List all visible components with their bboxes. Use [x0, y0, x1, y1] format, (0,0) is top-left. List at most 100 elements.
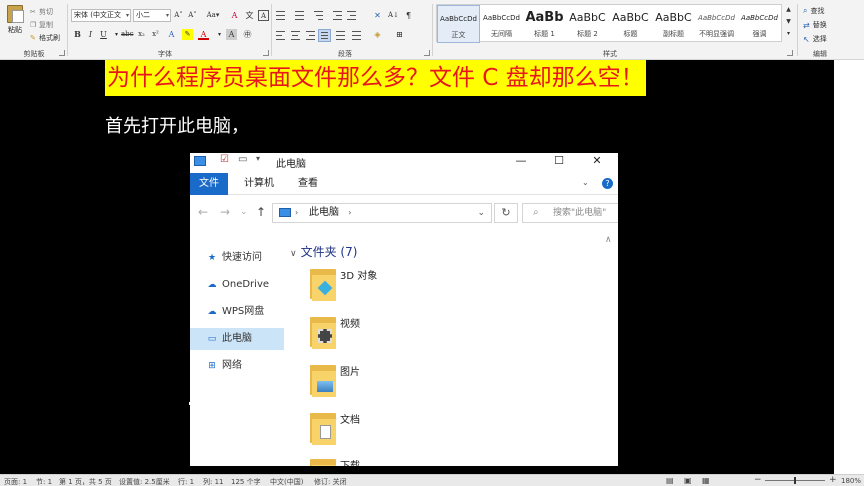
clear-format-icon[interactable]: A — [229, 10, 240, 21]
style-name: 强调 — [752, 30, 767, 38]
change-case-icon[interactable]: Aa▾ — [205, 10, 221, 21]
style-emphasis[interactable]: AaBbCcDd 强调 — [738, 5, 781, 43]
nav-label: 网络 — [222, 360, 242, 371]
bold-icon[interactable]: B — [72, 29, 83, 40]
status-track-changes[interactable]: 修订: 关闭 — [314, 477, 347, 486]
font-launcher[interactable] — [263, 50, 269, 56]
highlight-icon[interactable]: ✎ — [182, 29, 193, 40]
clipboard-launcher[interactable] — [59, 50, 65, 56]
web-layout-icon[interactable]: ▦ — [702, 476, 710, 485]
scroll-up-icon[interactable]: ▲ — [783, 4, 794, 15]
print-layout-icon[interactable]: ▣ — [684, 476, 692, 485]
image-handle[interactable] — [189, 402, 192, 405]
cloud-icon: ☁ — [207, 307, 217, 317]
zoom-out-icon[interactable]: − — [754, 475, 762, 485]
search-placeholder: 搜索"此电脑" — [553, 208, 607, 218]
folder-icon — [310, 265, 338, 301]
shading-icon[interactable]: ◈ — [372, 29, 383, 40]
increase-indent-icon[interactable] — [347, 11, 356, 20]
paragraph-launcher[interactable] — [424, 50, 430, 56]
format-painter-button[interactable]: ✎ 格式刷 — [30, 33, 60, 43]
status-position[interactable]: 设置值: 2.5厘米 — [119, 477, 170, 486]
multilevel-list-icon[interactable] — [314, 11, 323, 20]
status-page[interactable]: 页面: 1 — [4, 477, 27, 486]
line-spacing-icon[interactable] — [352, 31, 361, 40]
char-border-icon[interactable]: A — [258, 10, 269, 21]
font-name-box[interactable]: 宋体 (中文正文 ▾ — [71, 9, 131, 22]
decrease-indent-icon[interactable] — [333, 11, 342, 20]
document-scrollbar[interactable] — [834, 60, 864, 474]
enclose-char-icon[interactable]: ㊥ — [242, 29, 253, 40]
align-right-icon[interactable] — [306, 31, 315, 40]
chevron-down-icon: ▾ — [165, 12, 169, 19]
status-line[interactable]: 行: 1 — [178, 477, 194, 486]
minimize-icon: — — [515, 154, 527, 167]
justify-icon[interactable] — [318, 29, 331, 42]
find-button[interactable]: ⌕ 查找 — [803, 6, 824, 16]
font-size-box[interactable]: 小二 ▾ — [133, 9, 171, 22]
shrink-font-icon[interactable]: A˅ — [187, 10, 198, 21]
numbering-icon[interactable] — [295, 11, 304, 20]
style-normal[interactable]: AaBbCcDd 正文 — [437, 5, 480, 43]
tab-file: 文件 — [190, 173, 228, 195]
distributed-icon[interactable] — [336, 31, 345, 40]
subscript-icon[interactable]: x₂ — [136, 29, 147, 40]
style-preview: AaBb — [525, 10, 564, 25]
underline-icon[interactable]: U — [98, 29, 109, 40]
bullets-icon[interactable] — [276, 11, 285, 20]
zoom-knob[interactable] — [794, 477, 796, 484]
style-subtitle[interactable]: AaBbC 副标题 — [652, 5, 695, 43]
cloud-icon: ☁ — [207, 280, 217, 290]
char-shading-icon[interactable]: A — [226, 29, 237, 40]
explorer-nav-pane: ★ 快速访问 ☁ OneDrive ☁ WPS网盘 ▭ 此电脑 ⊞ 网络 — [190, 233, 284, 466]
copy-button[interactable]: ❐ 复制 — [30, 20, 53, 30]
zoom-slider[interactable] — [765, 477, 825, 484]
word-window: 粘贴 ✂ 剪切 ❐ 复制 ✎ 格式刷 剪贴板 宋体 (中文正文 ▾ 小二 ▾ A˄ A˅ … — [0, 0, 864, 486]
show-marks-icon[interactable]: ¶ — [403, 10, 414, 21]
chevron-up-icon: ∧ — [605, 235, 612, 245]
more-styles-icon[interactable]: ▾ — [783, 28, 794, 39]
status-language[interactable]: 中文(中国) — [270, 477, 303, 486]
grow-font-icon[interactable]: A˄ — [173, 10, 184, 21]
chinese-layout-icon[interactable]: ✕ — [372, 10, 383, 21]
zoom-in-icon[interactable]: + — [829, 475, 837, 485]
text-effects-icon[interactable]: A — [166, 29, 177, 40]
select-button[interactable]: ↖ 选择 — [803, 34, 827, 44]
tab-view: 查看 — [298, 178, 318, 189]
replace-button[interactable]: ⇄ 替换 — [803, 20, 827, 30]
status-column[interactable]: 列: 11 — [203, 477, 224, 486]
sort-icon[interactable]: A↓ — [388, 10, 399, 21]
style-heading-1[interactable]: AaBb 标题 1 — [523, 5, 566, 43]
style-no-spacing[interactable]: AaBbCcDd 无间隔 — [480, 5, 523, 43]
divider — [432, 4, 433, 56]
close-icon: ✕ — [592, 154, 602, 167]
align-left-icon[interactable] — [276, 31, 285, 40]
status-pages[interactable]: 第 1 页，共 5 页 — [59, 477, 112, 486]
font-color-icon[interactable]: A — [198, 29, 209, 40]
explorer-content: ∨文件夹 (7) 3D 对象 视频 图片 文档 下载 — [284, 233, 618, 466]
zoom-level[interactable]: 180% — [841, 477, 861, 485]
styles-launcher[interactable] — [787, 50, 793, 56]
read-mode-icon[interactable]: ▤ — [666, 476, 674, 485]
status-section[interactable]: 节: 1 — [36, 477, 52, 486]
scroll-down-icon[interactable]: ▼ — [783, 16, 794, 27]
phonetic-guide-icon[interactable]: 文 — [244, 10, 255, 21]
strikethrough-icon[interactable]: abc — [121, 29, 134, 40]
explorer-image: ☑ ▭ ▾ 此电脑 — ☐ ✕ 文件 计算机 查看 ⌄ ? ← → ⌄ ↑ › … — [190, 153, 618, 466]
align-center-icon[interactable] — [291, 31, 300, 40]
style-title[interactable]: AaBbC 标题 — [609, 5, 652, 43]
superscript-icon[interactable]: x² — [150, 29, 161, 40]
borders-icon[interactable]: ⊞ — [394, 29, 405, 40]
paste-button[interactable]: 粘贴 — [3, 3, 27, 41]
cut-button[interactable]: ✂ 剪切 — [30, 7, 53, 17]
copy-icon: ❐ — [30, 20, 37, 29]
style-name: 标题 1 — [534, 30, 555, 38]
status-words[interactable]: 125 个字 — [231, 477, 261, 486]
style-subtle-emphasis[interactable]: AaBbCcDd 不明显强调 — [695, 5, 738, 43]
style-heading-2[interactable]: AaBbC 标题 2 — [566, 5, 609, 43]
find-label: 查找 — [810, 7, 825, 15]
section-label: 文件夹 (7) — [300, 245, 358, 259]
chevron-down-icon[interactable]: ▾ — [214, 29, 225, 40]
explorer-address-bar: ← → ⌄ ↑ › 此电脑 › ⌄ ↻ ⌕ 搜索"此电脑" — [190, 199, 618, 227]
italic-icon[interactable]: I — [85, 29, 96, 40]
